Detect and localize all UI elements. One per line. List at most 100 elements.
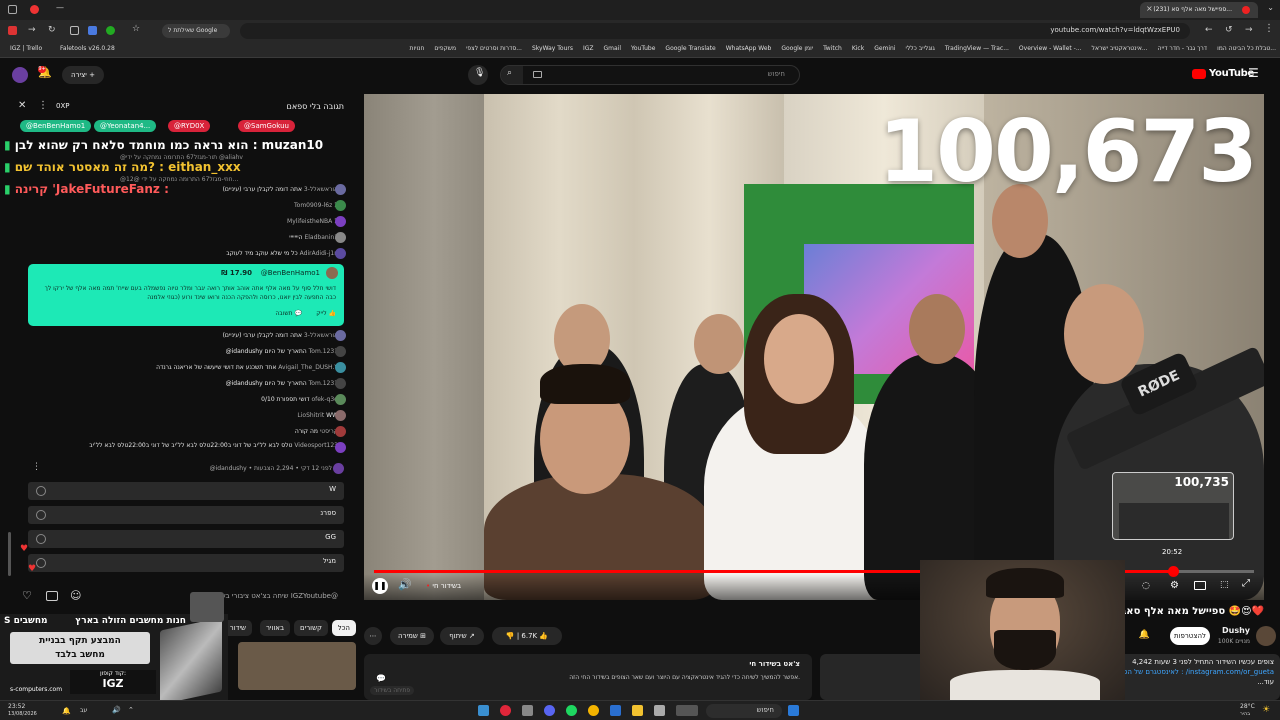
sponsor-site[interactable]: s-computers.com	[10, 686, 62, 693]
chat-more-icon[interactable]: ⋮	[38, 100, 48, 111]
dislike-icon[interactable]: 👎	[506, 632, 515, 640]
poll-menu-icon[interactable]: ⋮	[32, 462, 41, 472]
poll-radio[interactable]	[36, 486, 46, 496]
pause-icon[interactable]: ❚❚	[372, 578, 388, 594]
extension-icon-3[interactable]	[88, 26, 97, 35]
bookmark-item[interactable]: SkyWay Tours	[532, 45, 573, 55]
fullscreen-icon[interactable]: ⤢	[1242, 578, 1250, 589]
chat-scrollbar[interactable]	[8, 532, 11, 576]
taskbar-search[interactable]: חיפוש	[706, 704, 782, 718]
bookmark-item[interactable]: משקפים	[434, 45, 456, 55]
theater-icon[interactable]: ⬚	[1220, 580, 1229, 590]
forward-icon[interactable]: →	[28, 25, 36, 35]
profile-icon[interactable]	[30, 5, 39, 14]
heart-icon[interactable]: ♡	[22, 589, 32, 602]
google-search-chip[interactable]: שאילתת ל Google	[162, 24, 230, 38]
save-button[interactable]: שמירה ⊞	[390, 627, 434, 645]
miniplayer-icon[interactable]	[1194, 581, 1206, 590]
account-avatar[interactable]	[12, 67, 28, 83]
bookmark-item[interactable]: Gmail	[604, 45, 622, 55]
discord-icon[interactable]	[544, 705, 555, 716]
bookmark-item[interactable]: חנויות	[410, 45, 425, 55]
poll-radio[interactable]	[36, 510, 46, 520]
superchat-like[interactable]: לייק 👍	[316, 310, 336, 317]
app-icon[interactable]	[478, 705, 489, 716]
emoji-icon[interactable]: ☺	[70, 589, 81, 602]
channel-name[interactable]: Dushy	[1222, 626, 1250, 635]
file-explorer-icon[interactable]	[632, 705, 643, 716]
bookmark-item[interactable]: Twitch	[823, 45, 842, 55]
like-dislike-button[interactable]: 👎 | 6.7K 👍	[492, 627, 562, 645]
star-icon[interactable]: ☆	[132, 24, 140, 34]
url-field[interactable]: youtube.com/watch?v=ldqtWzxEPU0	[240, 23, 1190, 39]
start-icon[interactable]	[788, 705, 799, 716]
live-indicator[interactable]: • בשידור חי	[426, 582, 461, 590]
app-icon[interactable]	[654, 705, 665, 716]
app-icon[interactable]	[500, 705, 511, 716]
description-more[interactable]: ...עוד	[1257, 678, 1274, 686]
captions-icon[interactable]: ◌	[1142, 581, 1150, 591]
whatsapp-icon[interactable]	[106, 26, 115, 35]
like-icon[interactable]: 👍	[539, 632, 548, 640]
forward-nav-icon[interactable]: →	[1245, 25, 1253, 35]
chat-chip-1[interactable]: @BenBenHamo1	[20, 120, 92, 132]
clock-time[interactable]: 23:52	[8, 703, 25, 710]
chat-chip-3[interactable]: @RYD0X	[168, 120, 211, 132]
bookmark-item[interactable]: טבלת כל הביטה המו...	[1217, 45, 1276, 55]
language-indicator[interactable]: עב	[80, 707, 87, 714]
tab-recent[interactable]: באוויר	[259, 620, 290, 636]
bookmark-item[interactable]: WhatsApp Web	[726, 45, 772, 55]
spotify-icon[interactable]	[566, 705, 577, 716]
bookmark-item[interactable]: IGZ	[583, 45, 594, 55]
close-chat-icon[interactable]: ✕	[18, 100, 26, 111]
app-icon[interactable]	[676, 705, 698, 716]
video-player[interactable]: RØDE 100,673 100,735 20:52 ❚❚ 🔊 • בשידור…	[364, 94, 1264, 600]
app-icon[interactable]	[522, 705, 533, 716]
superchat-card[interactable]: @BenBenHamo1 ₪ 17.90 דושי חלל סוף על מאה…	[28, 264, 344, 326]
share-button[interactable]: שיתוף ↗	[440, 627, 484, 645]
notification-bell-icon[interactable]: 🔔	[1139, 630, 1150, 640]
tab-search-icon[interactable]: ⌄	[1267, 3, 1274, 12]
refresh-icon[interactable]: ↺	[1225, 25, 1233, 35]
app-icon[interactable]	[610, 705, 621, 716]
tab-all[interactable]: הכל	[331, 620, 356, 636]
description-link[interactable]: לאינסטגרם של הספר : /instagram.com/or_gu…	[1115, 668, 1275, 676]
chat-chip-2[interactable]: @Yeonatan4...	[94, 120, 157, 132]
minimize-icon[interactable]: —	[56, 3, 64, 12]
recommended-video-thumbnail[interactable]	[238, 642, 356, 690]
chat-title[interactable]: תגובה בלי ספאם	[287, 102, 344, 111]
bookmark-trello[interactable]: IGZ | Trello	[10, 45, 42, 52]
gift-icon[interactable]	[46, 591, 58, 601]
chat-chip-4[interactable]: @SamGokuu	[238, 120, 295, 132]
bookmark-item[interactable]: סדרות וסרטים לצפי...	[466, 45, 522, 55]
browser-menu-icon[interactable]: ⋮	[1264, 23, 1274, 34]
chat-input[interactable]: שיחה בצ'אט ציבורי בשם IGZYoutube@	[216, 592, 338, 600]
superchat-reply[interactable]: תשובה 💬	[275, 310, 302, 317]
window-menu-icon[interactable]	[8, 5, 17, 14]
volume-tray-icon[interactable]: 🔊	[112, 706, 121, 714]
back-icon[interactable]: ←	[1205, 25, 1213, 35]
join-button[interactable]: להצטרפות	[1170, 627, 1210, 645]
poll-option-2[interactable]: ספרנ	[28, 506, 344, 524]
bookmark-item[interactable]: Gemini	[874, 45, 895, 55]
bookmark-item[interactable]: גוגלייב כללי	[906, 45, 935, 55]
extension-icon-2[interactable]	[70, 26, 79, 35]
weather-temp[interactable]: 28°C	[1240, 703, 1255, 710]
poll-radio[interactable]	[36, 534, 46, 544]
more-actions-icon[interactable]: ⋯	[364, 627, 382, 645]
poll-radio[interactable]	[36, 558, 46, 568]
channel-avatar[interactable]	[1256, 626, 1276, 646]
search-input[interactable]: ⌕ חיפוש	[500, 65, 800, 85]
tray-overflow-icon[interactable]: ⌃	[128, 706, 134, 714]
extension-icon[interactable]	[8, 26, 17, 35]
reload-icon[interactable]: ↻	[48, 25, 56, 35]
chrome-icon[interactable]	[588, 705, 599, 716]
bookmark-item[interactable]: Google Translate	[665, 45, 715, 55]
bookmark-item[interactable]: YouTube	[631, 45, 655, 55]
bookmark-item[interactable]: Overview - Wallet -...	[1019, 45, 1082, 55]
bookmark-item[interactable]: Kick	[852, 45, 864, 55]
close-tab-icon[interactable]: ×	[1146, 4, 1153, 13]
poll-option-3[interactable]: GG	[28, 530, 344, 548]
keyboard-icon[interactable]	[533, 71, 542, 78]
open-chat-replay-button[interactable]: פתיחה בשידור	[370, 686, 415, 695]
